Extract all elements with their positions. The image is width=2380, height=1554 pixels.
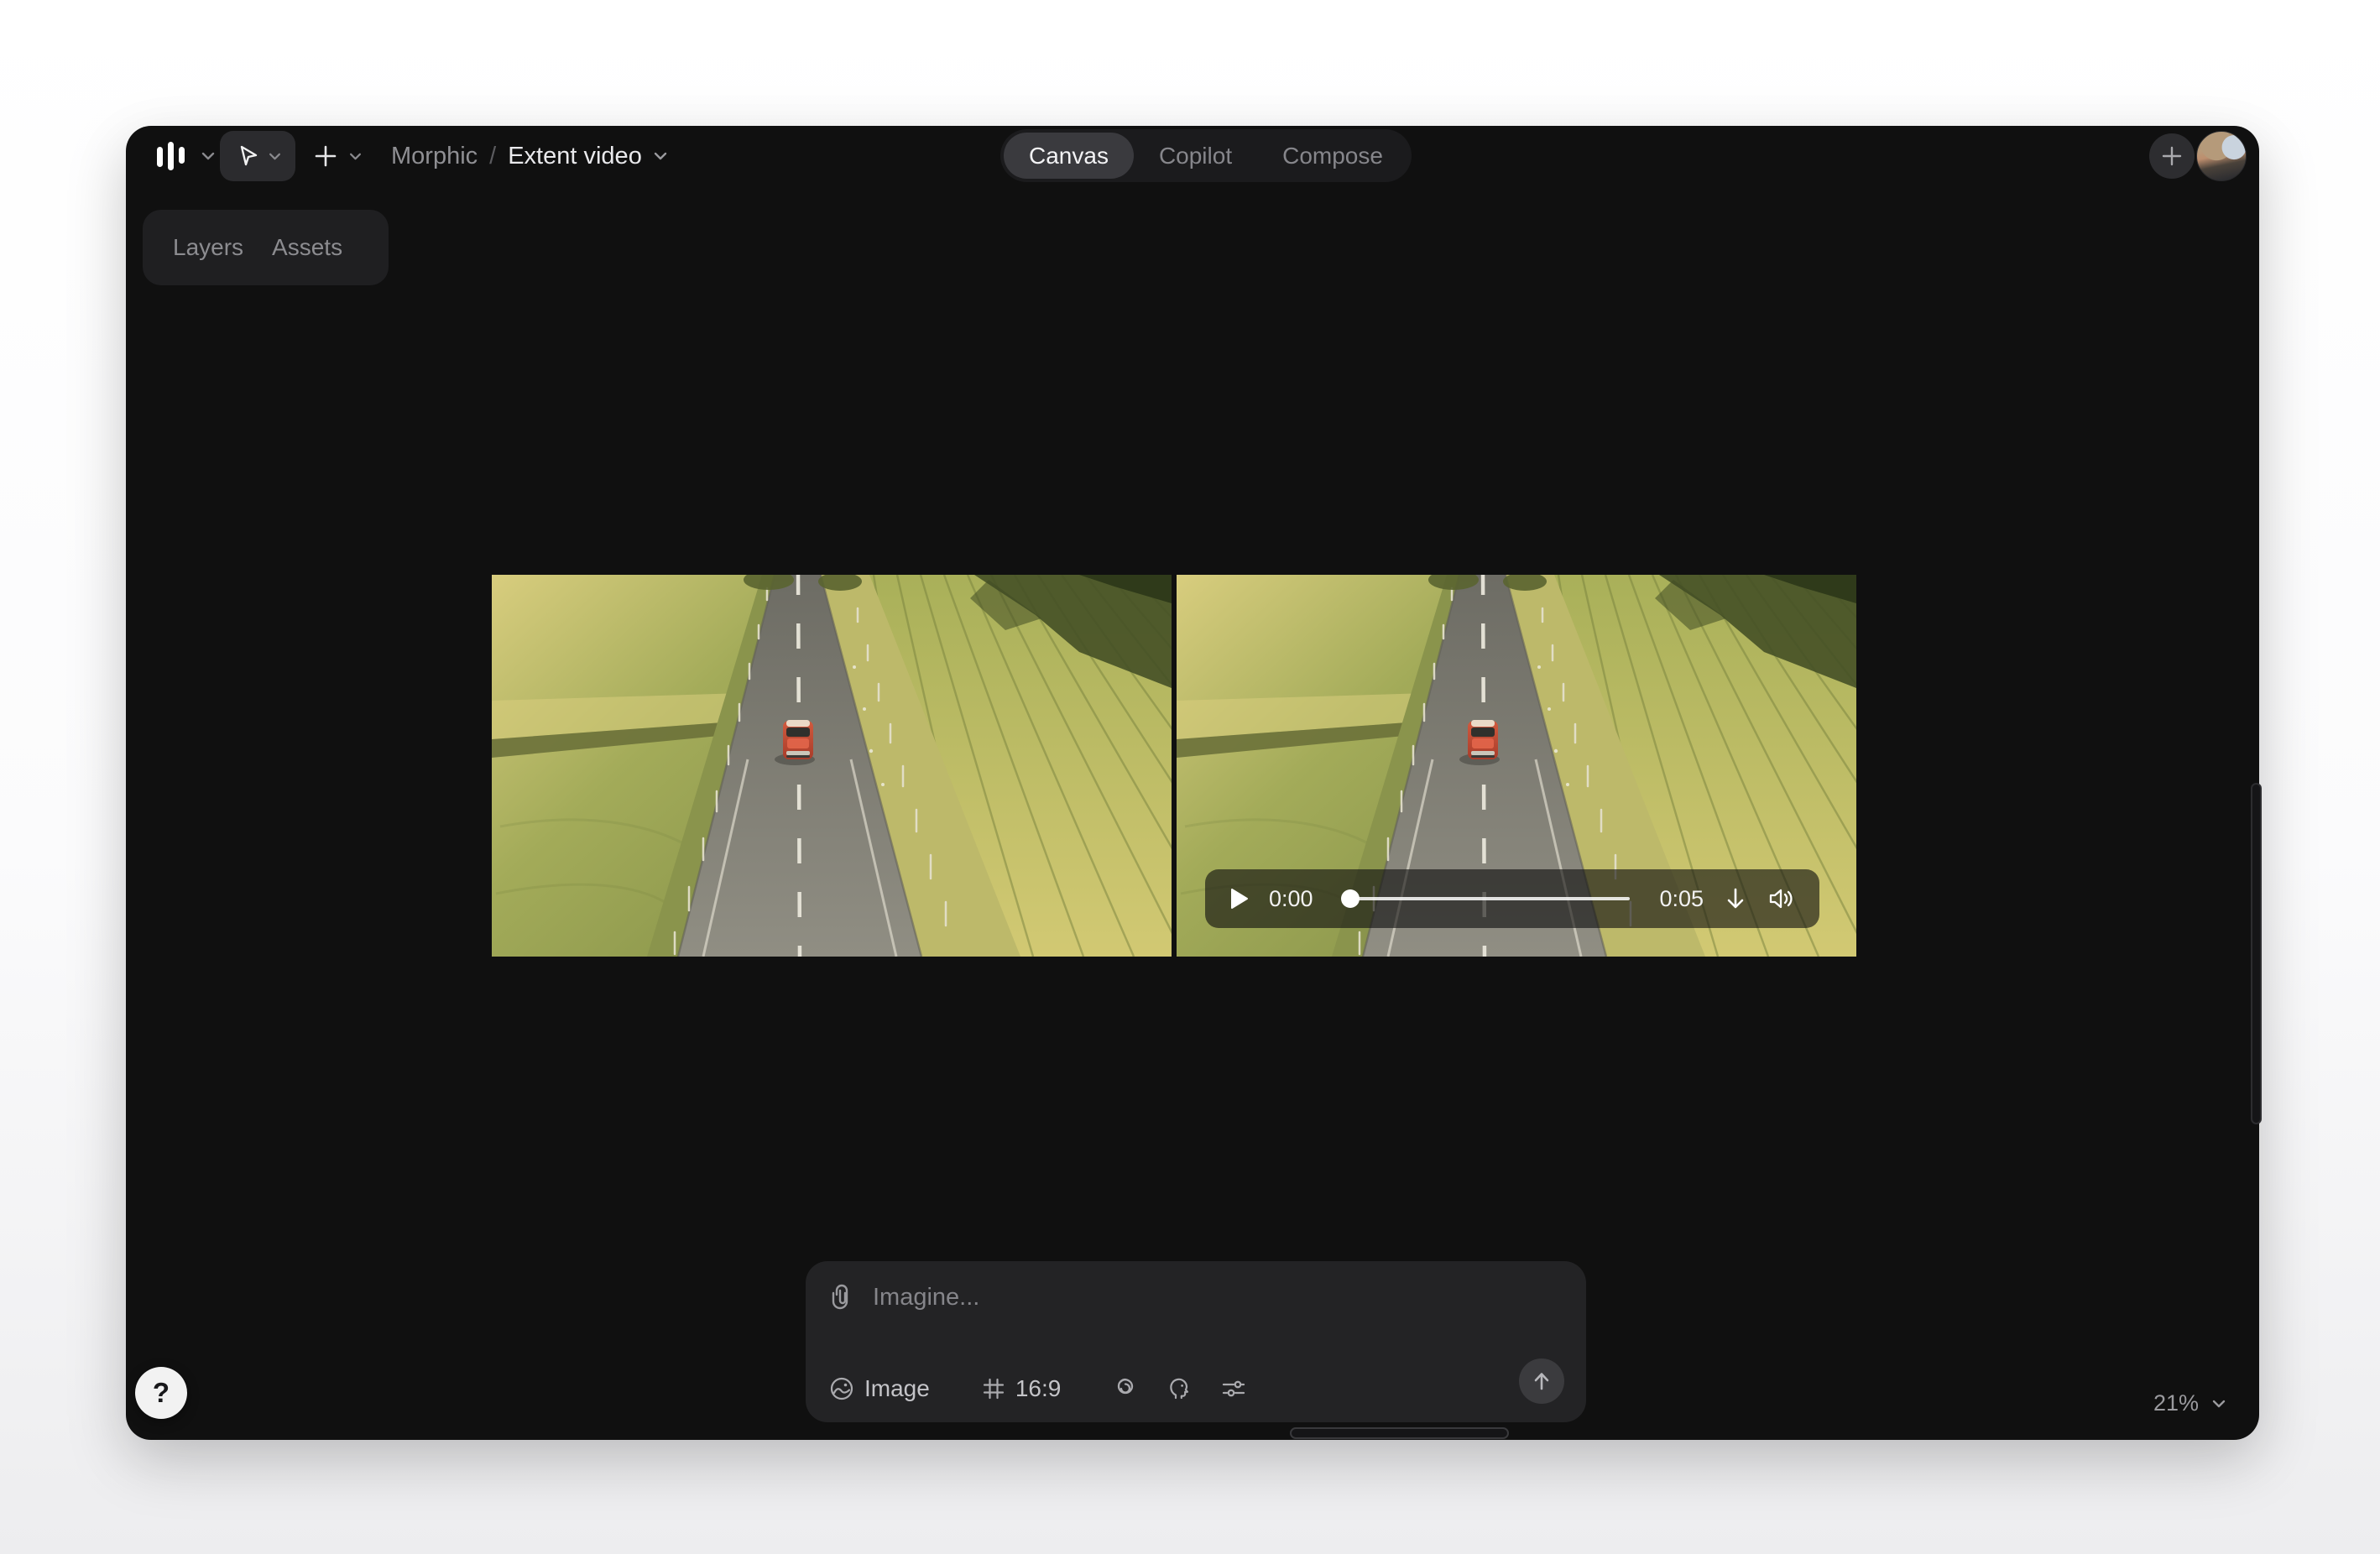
output-type-selector[interactable]: Image xyxy=(829,1375,930,1402)
seek-thumb[interactable] xyxy=(1341,889,1360,908)
top-toolbar: Morphic / Extent video Canvas Copilot Co… xyxy=(126,126,2259,188)
output-type-label: Image xyxy=(864,1375,930,1402)
road-scene-image xyxy=(492,575,1172,957)
arrow-up-icon xyxy=(1531,1369,1553,1393)
app-canvas: Morphic / Extent video Canvas Copilot Co… xyxy=(126,126,2259,1440)
breadcrumb-separator: / xyxy=(489,143,496,170)
layers-assets-panel: Layers Assets xyxy=(143,210,389,285)
attachment-icon[interactable] xyxy=(829,1283,854,1312)
chevron-down-icon xyxy=(349,153,362,160)
breadcrumb-current-page[interactable]: Extent video xyxy=(508,143,642,170)
zoom-control[interactable]: 21% xyxy=(2153,1390,2226,1416)
prompt-bar: Image 16:9 xyxy=(806,1261,1586,1422)
user-avatar[interactable] xyxy=(2196,131,2247,181)
breadcrumb-project[interactable]: Morphic xyxy=(391,143,478,170)
aspect-ratio-icon xyxy=(982,1377,1005,1400)
chevron-down-icon xyxy=(269,153,281,160)
aspect-ratio-label: 16:9 xyxy=(1015,1375,1062,1402)
prompt-input-row xyxy=(829,1283,1551,1312)
select-tool-button[interactable] xyxy=(220,131,295,181)
prompt-options-row: Image 16:9 xyxy=(829,1375,1247,1402)
play-button[interactable] xyxy=(1230,888,1249,910)
head-profile-icon xyxy=(1167,1376,1192,1401)
horizontal-scrollbar[interactable] xyxy=(1290,1427,1509,1439)
download-icon xyxy=(1724,886,1747,911)
play-icon xyxy=(1230,888,1249,910)
character-reference-button[interactable] xyxy=(1167,1376,1192,1401)
tab-copilot[interactable]: Copilot xyxy=(1134,133,1257,179)
current-time: 0:00 xyxy=(1269,886,1323,912)
model-selector-button[interactable] xyxy=(1113,1376,1138,1401)
zoom-level-value: 21% xyxy=(2153,1390,2199,1416)
invite-add-button[interactable] xyxy=(2149,133,2195,179)
aspect-ratio-selector[interactable]: 16:9 xyxy=(982,1375,1062,1402)
panel-tab-assets[interactable]: Assets xyxy=(272,234,342,261)
panel-tab-layers[interactable]: Layers xyxy=(173,234,243,261)
morphic-logo-icon xyxy=(153,138,190,175)
plus-icon xyxy=(2160,144,2184,168)
plus-icon xyxy=(312,143,339,169)
submit-prompt-button[interactable] xyxy=(1519,1358,1564,1404)
chevron-down-icon xyxy=(201,152,215,160)
video-player-controls: 0:00 0:05 xyxy=(1205,869,1819,928)
chevron-down-icon xyxy=(2212,1400,2226,1408)
mode-tabs: Canvas Copilot Compose xyxy=(1000,129,1412,182)
insert-object-button[interactable] xyxy=(312,131,362,181)
image-icon xyxy=(829,1376,854,1401)
generation-settings-button[interactable] xyxy=(1220,1376,1247,1401)
breadcrumb: Morphic / Extent video xyxy=(391,131,667,181)
swirl-knot-icon xyxy=(1113,1376,1138,1401)
duration: 0:05 xyxy=(1650,886,1704,912)
app-menu-button[interactable] xyxy=(153,138,215,175)
canvas-video-extended[interactable]: 0:00 0:05 xyxy=(1177,575,1856,957)
tab-compose[interactable]: Compose xyxy=(1257,133,1408,179)
canvas-image-source-frame[interactable] xyxy=(492,575,1172,957)
chevron-down-icon[interactable] xyxy=(654,152,667,160)
sliders-icon xyxy=(1220,1376,1247,1401)
prompt-input[interactable] xyxy=(873,1284,1460,1312)
seek-bar[interactable] xyxy=(1343,897,1630,900)
cursor-icon xyxy=(235,143,260,169)
help-button[interactable]: ? xyxy=(135,1367,187,1419)
tab-canvas[interactable]: Canvas xyxy=(1004,133,1134,179)
download-button[interactable] xyxy=(1724,886,1747,911)
volume-icon xyxy=(1767,887,1794,910)
volume-button[interactable] xyxy=(1767,887,1794,910)
vertical-scrollbar[interactable] xyxy=(2251,783,2262,1124)
